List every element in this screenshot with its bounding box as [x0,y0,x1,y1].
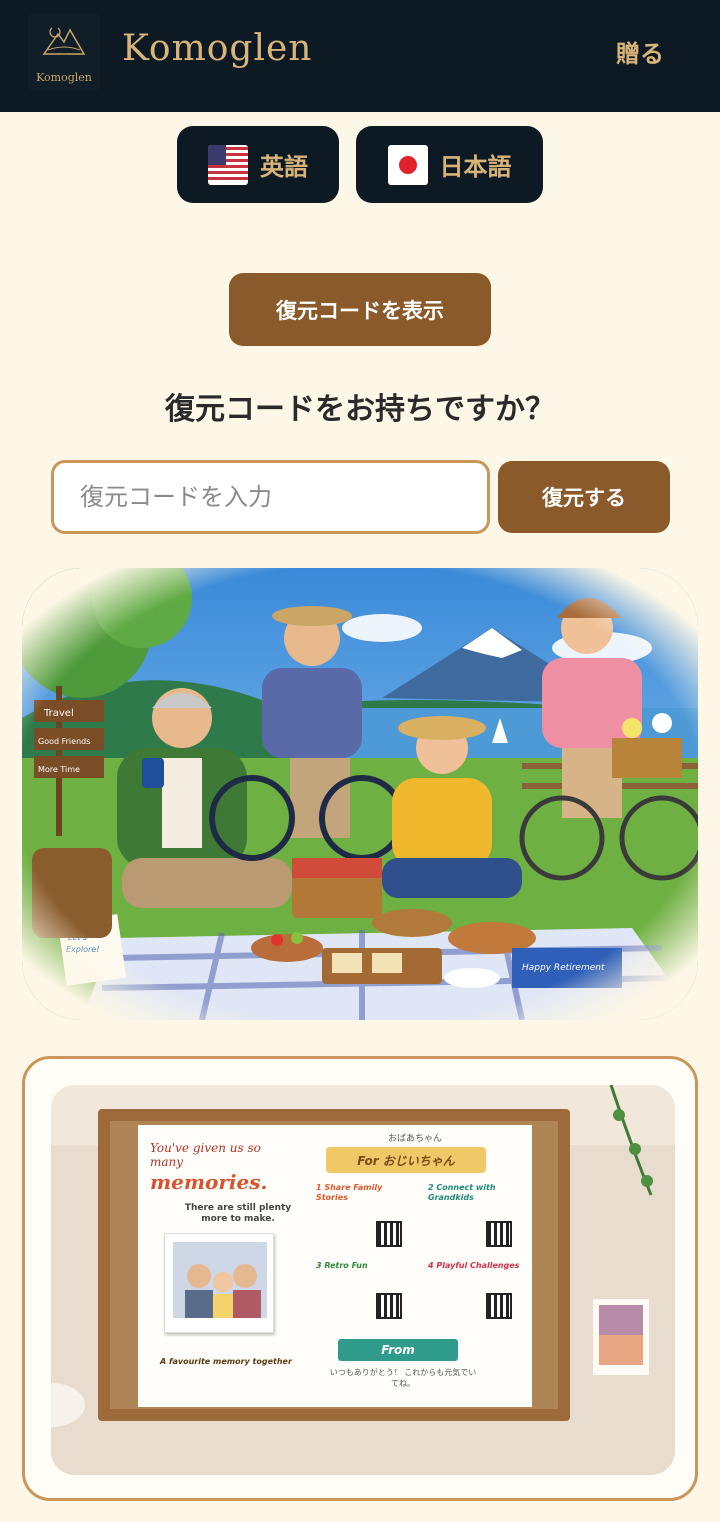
mountain-logo-icon [42,27,86,55]
brand-logo[interactable]: Komoglen [28,14,100,90]
family-photo [164,1233,274,1333]
from-ribbon: From [338,1339,458,1361]
language-japanese-button[interactable]: 日本語 [356,126,543,203]
us-flag-icon [208,144,248,185]
gift-link[interactable]: 贈る [616,34,664,69]
poster-item-3: 3 Retro Fun [316,1261,368,1270]
poster-item-1: 1 Share Family Stories [316,1183,383,1202]
restore-code-input[interactable] [51,460,490,534]
restore-button[interactable]: 復元する [498,461,670,533]
poster-scene-image: You've given us so many memories. There … [51,1085,675,1475]
poster-preview-card[interactable]: You've given us so many memories. There … [22,1056,698,1501]
logo-text: Komoglen [36,71,92,84]
corkboard-frame: You've given us so many memories. There … [98,1109,570,1421]
photo-caption: A favourite memory together [160,1357,292,1366]
from-message: いつもありがとう！ これからも元気でいてね。 [329,1368,477,1389]
app-header: Komoglen Komoglen 贈る [0,0,720,112]
japan-flag-icon [387,144,428,185]
poster-title: You've given us so many memories. [150,1141,268,1194]
qr-code-icon [376,1221,402,1247]
poster-paper: You've given us so many memories. There … [138,1125,532,1407]
qr-code-icon [486,1221,512,1247]
poster-subtitle: There are still plenty more to make. [184,1203,292,1224]
picnic-illustration: Travel Good Friends More Time [22,568,698,1020]
poster-ribbon-top: おばあちゃん [388,1134,443,1144]
poster-item-2: 2 Connect with Grandkids [428,1183,496,1202]
qr-code-icon [376,1293,402,1319]
qr-code-icon [486,1293,512,1319]
language-english-button[interactable]: 英語 [177,126,339,203]
brand-name[interactable]: Komoglen [122,28,312,69]
language-english-label: 英語 [260,153,308,181]
language-japanese-label: 日本語 [439,153,512,181]
poster-item-4: 4 Playful Challenges [428,1261,520,1270]
restore-question: 復元コードをお持ちですか？ [165,392,555,427]
show-code-button[interactable]: 復元コードを表示 [229,273,491,346]
poster-ribbon: For おじいちゃん [326,1147,486,1173]
